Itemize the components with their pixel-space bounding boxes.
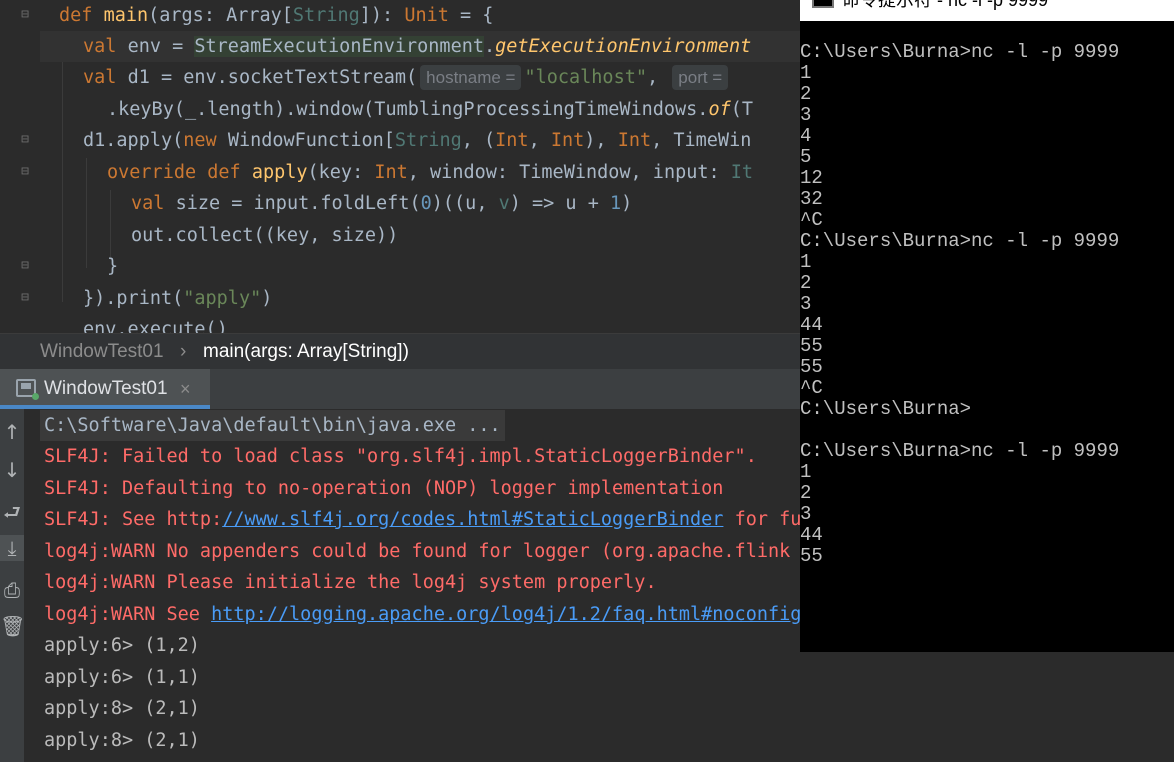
fold-marker-icon[interactable]: ⊟ [17, 132, 33, 148]
terminal-line: 3 [800, 503, 812, 525]
terminal-line: C:\Users\Burna>nc -l -p 9999 [800, 230, 1120, 252]
breadcrumb-item[interactable]: WindowTest01 [40, 334, 164, 369]
indent-guide [86, 158, 87, 268]
terminal-line: 5 [800, 146, 812, 168]
breadcrumb: WindowTest01 › main(args: Array[String]) [0, 333, 800, 369]
scroll-to-end-icon[interactable]: ⤓ [0, 535, 24, 561]
indent-guide [110, 190, 111, 260]
breadcrumb-item[interactable]: main(args: Array[String]) [203, 334, 409, 369]
terminal-line: 55 [800, 356, 823, 378]
terminal-line: 44 [800, 314, 823, 336]
code-line: d1.apply(new WindowFunction[String, (Int… [83, 130, 752, 151]
arrow-down-icon[interactable]: ↓ [0, 457, 24, 483]
parameter-hint: hostname = [420, 65, 522, 90]
console-line: SLF4J: Failed to load class "org.slf4j.i… [44, 446, 757, 467]
code-line: } [107, 256, 119, 277]
console-line: SLF4J: See http://www.slf4j.org/codes.ht… [44, 509, 800, 530]
print-icon[interactable]: ⎙ [0, 577, 24, 603]
fold-marker-icon[interactable]: ⊟ [17, 7, 33, 23]
editor-gutter: ⊟ ⊟ ⊟ ⊟ ⊟ [0, 0, 40, 333]
tab-windowtest01[interactable]: WindowTest01 × [0, 369, 210, 409]
window-title: 命令提示符 - nc -l -p 9999 [842, 0, 1049, 10]
code-editor[interactable]: ⊟ ⊟ ⊟ ⊟ ⊟ def main(args: Array[String]):… [0, 0, 800, 333]
background [800, 652, 1174, 762]
console-line: log4j:WARN See http://logging.apache.org… [44, 604, 800, 625]
terminal-line: 1 [800, 461, 812, 483]
indent-guide [62, 62, 63, 302]
trash-icon[interactable]: 🗑 [0, 613, 25, 639]
terminal-line: 44 [800, 524, 823, 546]
console-link[interactable]: //www.slf4j.org/codes.html#StaticLoggerB… [222, 509, 723, 530]
run-toolbar: ↑ ↓ ⮐ ⤓ ⎙ 🗑 [0, 409, 25, 762]
arrow-up-icon[interactable]: ↑ [0, 419, 24, 445]
close-icon[interactable]: × [180, 369, 191, 409]
terminal-line: ^C [800, 209, 823, 231]
cmd-icon [812, 0, 834, 8]
fold-marker-icon[interactable]: ⊟ [17, 164, 33, 180]
code-line: override def apply(key: Int, window: Tim… [107, 162, 754, 183]
code-line: def main(args: Array[String]): Unit = { [59, 5, 494, 26]
code-line: val size = input.foldLeft(0)((u, v) => u… [131, 193, 633, 214]
console-line: apply:8> (2,1) [44, 698, 200, 719]
terminal-line: C:\Users\Burna>nc -l -p 9999 [800, 41, 1120, 63]
window-title-bar[interactable]: 命令提示符 - nc -l -p 9999 [800, 0, 1174, 21]
terminal-line: ^C [800, 377, 823, 399]
terminal-line: 1 [800, 251, 812, 273]
terminal-line: 55 [800, 545, 823, 567]
terminal-line: 3 [800, 104, 812, 126]
code-line: out.collect((key, size)) [131, 225, 399, 246]
terminal-line: 4 [800, 125, 812, 147]
terminal-line: C:\Users\Burna>nc -l -p 9999 [800, 440, 1120, 462]
tab-label: WindowTest01 [44, 378, 168, 399]
code-line: }).print("apply") [83, 288, 273, 309]
code-line: val d1 = env.socketTextStream(hostname =… [83, 62, 731, 93]
terminal-line: 55 [800, 335, 823, 357]
breadcrumb-separator: › [180, 341, 187, 362]
terminal-line: C:\Users\Burna> [800, 398, 972, 420]
run-tab-bar: WindowTest01 × [0, 369, 800, 409]
console-line: apply:6> (1,1) [44, 667, 200, 688]
terminal-line: 12 [800, 167, 823, 189]
parameter-hint: port = [672, 65, 729, 90]
soft-wrap-icon[interactable]: ⮐ [0, 499, 24, 525]
running-indicator-icon [32, 393, 39, 400]
terminal-line: 32 [800, 188, 823, 210]
code-line: val env = StreamExecutionEnvironment.get… [83, 36, 752, 57]
terminal-line: 1 [800, 62, 812, 84]
code-line: env.execute() [83, 319, 228, 333]
code-line: .keyBy(_.length).window(TumblingProcessi… [107, 99, 754, 120]
console-link[interactable]: http://logging.apache.org/log4j/1.2/faq.… [211, 604, 800, 625]
fold-marker-icon[interactable]: ⊟ [17, 258, 33, 274]
console-command-line[interactable]: C:\Software\Java\default\bin\java.exe ..… [40, 410, 505, 441]
terminal-line: 3 [800, 293, 812, 315]
terminal-line: 2 [800, 482, 812, 504]
console-line: log4j:WARN Please initialize the log4j s… [44, 572, 657, 593]
terminal-line: 2 [800, 83, 812, 105]
command-prompt-window[interactable]: 命令提示符 - nc -l -p 9999 C:\Users\Burna>nc … [800, 0, 1174, 652]
console-line: SLF4J: Defaulting to no-operation (NOP) … [44, 478, 724, 499]
console-line: apply:6> (1,2) [44, 635, 200, 656]
console-line: apply:8> (2,1) [44, 730, 200, 751]
fold-marker-icon[interactable]: ⊟ [17, 290, 33, 306]
console-output[interactable]: C:\Software\Java\default\bin\java.exe ..… [24, 409, 800, 762]
terminal-line: 2 [800, 272, 812, 294]
console-line: log4j:WARN No appenders could be found f… [44, 541, 791, 562]
